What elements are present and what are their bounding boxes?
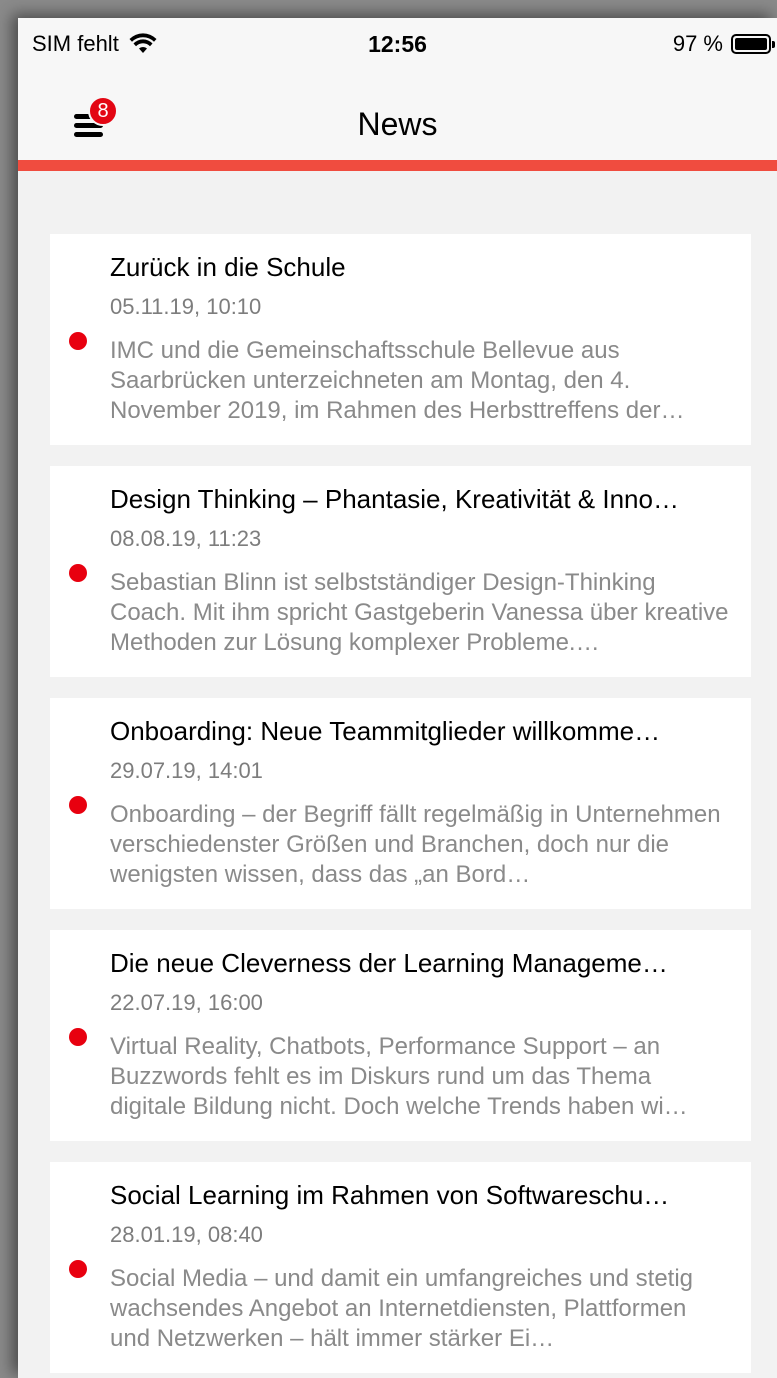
page-title: News <box>357 106 438 142</box>
news-date: 22.07.19, 16:00 <box>110 990 263 1015</box>
unread-dot-icon <box>69 796 87 814</box>
news-date: 08.08.19, 11:23 <box>110 526 262 551</box>
battery-percent: 97 % <box>672 31 723 56</box>
news-excerpt: IMC und die Gemeinschaftsschule Bellevue… <box>110 337 685 424</box>
news-title: Die neue Cleverness der Learning Managem… <box>110 948 668 978</box>
news-item[interactable]: Onboarding: Neue Teammitglieder willkomm… <box>50 698 751 909</box>
unread-dot-icon <box>69 1028 87 1046</box>
navigation-bar: 8 News <box>18 74 777 171</box>
battery-icon <box>731 34 775 54</box>
unread-dot-icon <box>69 1260 87 1278</box>
news-date: 05.11.19, 10:10 <box>110 294 262 319</box>
news-item[interactable]: Zurück in die Schule 05.11.19, 10:10 IMC… <box>50 234 751 445</box>
news-title: Design Thinking – Phantasie, Kreativität… <box>110 484 679 514</box>
status-bar: SIM fehlt 12:56 97 % <box>18 18 777 74</box>
news-title: Zurück in die Schule <box>110 252 346 282</box>
news-item[interactable]: Social Learning im Rahmen von Softwaresc… <box>50 1162 751 1373</box>
news-excerpt: Social Media – und damit ein umfangreich… <box>110 1265 694 1352</box>
news-item[interactable]: Die neue Cleverness der Learning Managem… <box>50 930 751 1141</box>
unread-dot-icon <box>69 564 87 582</box>
status-right: 97 % <box>672 31 775 57</box>
news-excerpt: Virtual Reality, Chatbots, Performance S… <box>110 1033 688 1120</box>
news-title: Onboarding: Neue Teammitglieder willkomm… <box>110 716 661 746</box>
status-time: 12:56 <box>368 31 427 57</box>
news-excerpt: Onboarding – der Begriff fällt regelmäßi… <box>110 801 721 888</box>
news-item[interactable]: Design Thinking – Phantasie, Kreativität… <box>50 466 751 677</box>
news-excerpt: Sebastian Blinn ist selbstständiger Desi… <box>110 569 729 656</box>
news-list: Zurück in die Schule 05.11.19, 10:10 IMC… <box>50 234 751 1378</box>
unread-dot-icon <box>69 332 87 350</box>
news-date: 28.01.19, 08:40 <box>110 1222 263 1247</box>
app-screen: SIM fehlt 12:56 97 % 8 News Zurück in di… <box>18 18 777 1378</box>
news-date: 29.07.19, 14:01 <box>110 758 263 783</box>
news-title: Social Learning im Rahmen von Softwaresc… <box>110 1180 670 1210</box>
